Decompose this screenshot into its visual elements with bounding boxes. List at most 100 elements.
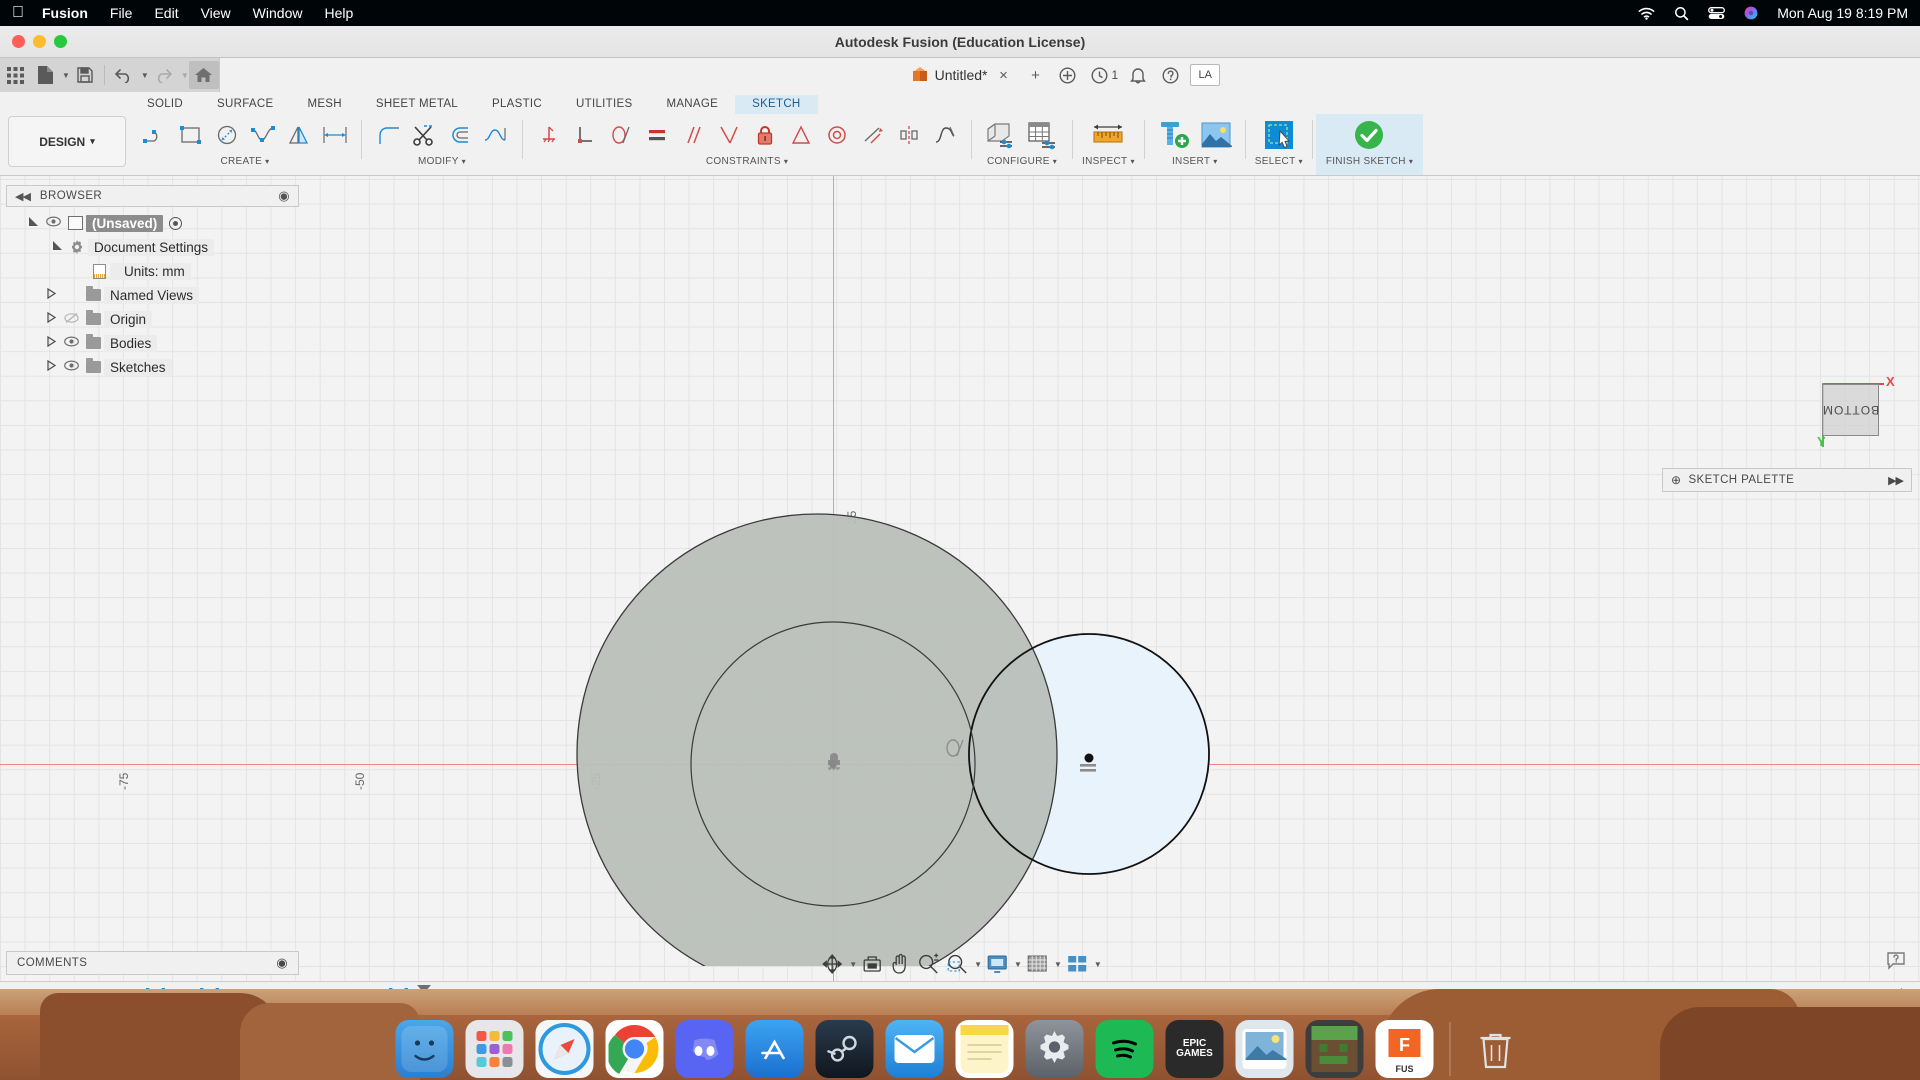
- help-bubble-icon[interactable]: [1886, 950, 1906, 973]
- tree-item-bodies[interactable]: Bodies: [6, 331, 299, 355]
- ribbon-group-create-label[interactable]: CREATE ▾: [221, 156, 270, 167]
- workspace-switcher[interactable]: DESIGN ▾: [8, 116, 126, 167]
- look-at-icon[interactable]: [858, 951, 886, 977]
- select-cursor-icon[interactable]: [1259, 115, 1299, 155]
- tab-mesh[interactable]: MESH: [290, 95, 358, 114]
- viewports-icon[interactable]: [1063, 951, 1091, 977]
- fix-lock-icon[interactable]: [748, 118, 782, 152]
- dock-app-finder[interactable]: [395, 1020, 454, 1078]
- spline-tool-icon[interactable]: [246, 118, 280, 152]
- new-file-icon[interactable]: [30, 61, 60, 89]
- zoom-window-icon[interactable]: [943, 951, 971, 977]
- pan-icon[interactable]: [887, 951, 913, 977]
- curvature-tool-icon[interactable]: [479, 118, 513, 152]
- zoom-icon[interactable]: [914, 951, 942, 977]
- ribbon-group-constraints-label[interactable]: CONSTRAINTS ▾: [706, 156, 788, 167]
- line-tool-icon[interactable]: [138, 118, 172, 152]
- dock-app-settings[interactable]: [1025, 1020, 1084, 1078]
- dock-app-launchpad[interactable]: [465, 1020, 524, 1078]
- bell-icon[interactable]: [1122, 60, 1154, 90]
- tab-utilities[interactable]: UTILITIES: [559, 95, 649, 114]
- control-center-icon[interactable]: [1708, 6, 1726, 20]
- dock-app-notes[interactable]: [955, 1020, 1014, 1078]
- collapsed-arrow-icon[interactable]: [42, 359, 60, 374]
- extensions-icon[interactable]: [1052, 60, 1084, 90]
- polygon-tool-icon[interactable]: [282, 118, 316, 152]
- comments-panel[interactable]: COMMENTS ◉: [6, 951, 299, 975]
- redo-icon[interactable]: [149, 61, 179, 89]
- fix-constraint-icon[interactable]: [532, 118, 566, 152]
- dock-app-epic-games[interactable]: EPIC GAMES: [1165, 1020, 1224, 1078]
- equal-constraint-glyph[interactable]: [1078, 760, 1100, 779]
- dock-app-discord[interactable]: [675, 1020, 734, 1078]
- configure-table-icon[interactable]: [1023, 115, 1063, 155]
- dock-app-app-store[interactable]: [745, 1020, 804, 1078]
- panel-options-icon[interactable]: ◉: [278, 188, 290, 204]
- view-cube[interactable]: BOTTOM X Y: [1800, 372, 1895, 450]
- dock-app-safari[interactable]: [535, 1020, 594, 1078]
- symmetry-constraint-icon[interactable]: [892, 118, 926, 152]
- perpendicular-constraint-icon[interactable]: [568, 118, 602, 152]
- collapse-left-icon[interactable]: ◀◀: [15, 190, 31, 203]
- ribbon-group-modify-label[interactable]: MODIFY ▾: [418, 156, 466, 167]
- tab-solid[interactable]: SOLID: [130, 95, 200, 114]
- tree-item-sketches[interactable]: Sketches: [6, 355, 299, 379]
- tab-surface[interactable]: SURFACE: [200, 95, 290, 114]
- zoom-caret-icon[interactable]: ▼: [974, 960, 982, 969]
- tree-item-named-views[interactable]: Named Views: [6, 283, 299, 307]
- search-icon[interactable]: [1674, 6, 1689, 21]
- midpoint-constraint-icon[interactable]: [712, 118, 746, 152]
- ribbon-group-insert-label[interactable]: INSERT ▾: [1172, 156, 1218, 167]
- collapsed-arrow-icon[interactable]: [42, 287, 60, 302]
- visibility-eye-off-icon[interactable]: [60, 312, 82, 327]
- visibility-eye-icon[interactable]: [60, 336, 82, 350]
- app-grid-icon[interactable]: [0, 61, 30, 89]
- menu-item-view[interactable]: View: [201, 5, 231, 21]
- apple-logo-icon[interactable]: : [12, 5, 24, 21]
- ribbon-group-finish-sketch[interactable]: FINISH SKETCH ▾: [1315, 114, 1424, 175]
- tab-plastic[interactable]: PLASTIC: [475, 95, 559, 114]
- rectangle-tool-icon[interactable]: [174, 118, 208, 152]
- concentric-constraint-icon[interactable]: [784, 118, 818, 152]
- document-tab[interactable]: Untitled*: [912, 67, 988, 83]
- pin-icon[interactable]: ⊕: [1671, 473, 1681, 487]
- help-icon[interactable]: [1154, 60, 1186, 90]
- new-file-caret-icon[interactable]: ▼: [62, 71, 70, 80]
- wifi-icon[interactable]: [1638, 7, 1655, 20]
- dock-app-chrome[interactable]: [605, 1020, 664, 1078]
- collapsed-arrow-icon[interactable]: [42, 335, 60, 350]
- menu-bar-clock[interactable]: Mon Aug 19 8:19 PM: [1777, 5, 1908, 21]
- grid-caret-icon[interactable]: ▼: [1054, 960, 1062, 969]
- expand-arrow-icon[interactable]: [24, 216, 42, 230]
- tab-sketch[interactable]: SKETCH: [735, 95, 818, 114]
- siri-icon[interactable]: [1744, 6, 1758, 20]
- dock-app-trash[interactable]: [1467, 1020, 1525, 1078]
- panel-options-icon[interactable]: ◉: [276, 955, 288, 971]
- origin-point[interactable]: [829, 760, 837, 768]
- collinear-constraint-icon[interactable]: [856, 118, 890, 152]
- menu-item-fusion[interactable]: Fusion: [42, 5, 88, 21]
- equal-constraint-icon[interactable]: [640, 118, 674, 152]
- tree-item-units[interactable]: Units: mm: [6, 259, 299, 283]
- expand-arrow-icon[interactable]: [48, 240, 66, 254]
- visibility-eye-icon[interactable]: [60, 360, 82, 374]
- dock-app-minecraft[interactable]: [1305, 1020, 1364, 1078]
- menu-item-window[interactable]: Window: [253, 5, 303, 21]
- menu-item-edit[interactable]: Edit: [154, 5, 178, 21]
- job-status-icon[interactable]: [1084, 60, 1116, 90]
- parallel-constraint-icon[interactable]: [676, 118, 710, 152]
- undo-caret-icon[interactable]: ▼: [141, 71, 149, 80]
- sketch-palette-panel[interactable]: ⊕ SKETCH PALETTE ▶▶: [1662, 468, 1912, 492]
- menu-item-file[interactable]: File: [110, 5, 133, 21]
- activate-component-radio[interactable]: [169, 216, 183, 230]
- tangent-constraint-glyph[interactable]: [944, 737, 966, 762]
- add-tab-button[interactable]: +: [1020, 60, 1052, 90]
- ribbon-group-configure-label[interactable]: CONFIGURE ▾: [987, 156, 1057, 167]
- curvature-constraint-icon[interactable]: [928, 118, 962, 152]
- tree-item-unsaved[interactable]: (Unsaved): [6, 211, 299, 235]
- insert-image-icon[interactable]: [1196, 115, 1236, 155]
- offset-tool-icon[interactable]: [443, 118, 477, 152]
- redo-caret-icon[interactable]: ▼: [181, 71, 189, 80]
- visibility-eye-icon[interactable]: [42, 216, 64, 230]
- tab-manage[interactable]: MANAGE: [649, 95, 735, 114]
